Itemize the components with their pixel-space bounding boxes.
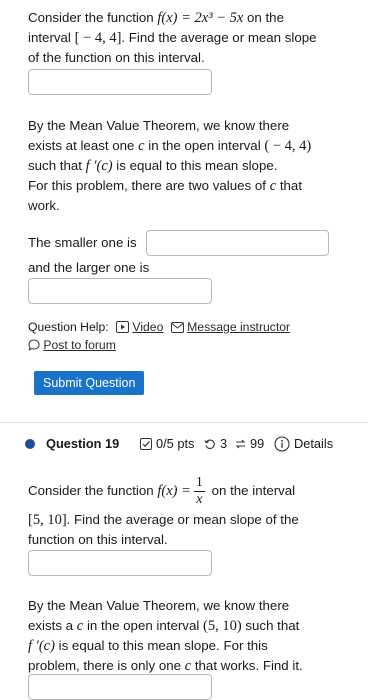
q18-line-3: of the function on this interval.: [28, 50, 205, 65]
mail-icon: [170, 322, 184, 333]
submit-question-button[interactable]: Submit Question: [34, 371, 145, 395]
message-instructor-link[interactable]: Message instructor: [187, 320, 290, 334]
q19-retries: 3: [220, 436, 228, 451]
q18-mvt-text: By the Mean Value Theorem, we know there…: [28, 118, 312, 213]
q19-fraction: 1x: [193, 474, 205, 507]
retry-icon: [204, 438, 216, 450]
forum-icon: [28, 339, 40, 351]
post-to-forum-link[interactable]: Post to forum: [43, 338, 115, 352]
q18-interval: [ − 4, 4]: [74, 30, 122, 46]
q19-points: 0/5 pts: [156, 436, 195, 451]
larger-value-input[interactable]: [28, 278, 212, 304]
smaller-value-input[interactable]: [146, 230, 329, 256]
question-status-dot: [25, 439, 35, 449]
pts-check-icon: [140, 438, 152, 450]
q19-header: Question 19 0/5 pts 3 99 Details: [22, 434, 362, 454]
video-icon: [116, 321, 130, 333]
q19-mean-slope-input[interactable]: [28, 550, 212, 576]
q19-details-label[interactable]: Details: [294, 434, 333, 454]
q19-title: Question 19: [46, 436, 120, 451]
q18-function: f(x) = 2x³ − 5x: [157, 10, 244, 26]
q19-interval: [5, 10]: [28, 512, 67, 528]
mean-slope-input[interactable]: [28, 69, 212, 95]
q19-c-value-input[interactable]: [28, 674, 212, 700]
question-help-label: Question Help:: [28, 320, 109, 334]
q19-mvt-text: By the Mean Value Theorem, we know there…: [28, 598, 303, 674]
question-help: Question Help: Video Message instructor …: [28, 318, 358, 354]
larger-label: and the larger one is: [28, 260, 150, 275]
q19-attempts: 99: [250, 436, 265, 451]
q18-line-1: Consider the function f(x) = 2x³ − 5x on…: [28, 10, 284, 26]
video-link[interactable]: Video: [132, 320, 163, 334]
smaller-label: The smaller one is: [28, 235, 137, 250]
q19-prompt: Consider the function f(x) = 1 x on the in…: [28, 474, 299, 547]
section-divider: [0, 422, 368, 423]
attempts-icon: [234, 438, 247, 450]
q18-line-2: interval [ − 4, 4]. Find the average or …: [28, 30, 317, 46]
q18-prompt: Consider the function f(x) = 2x³ − 5x on…: [28, 8, 358, 68]
info-icon: [274, 436, 290, 452]
